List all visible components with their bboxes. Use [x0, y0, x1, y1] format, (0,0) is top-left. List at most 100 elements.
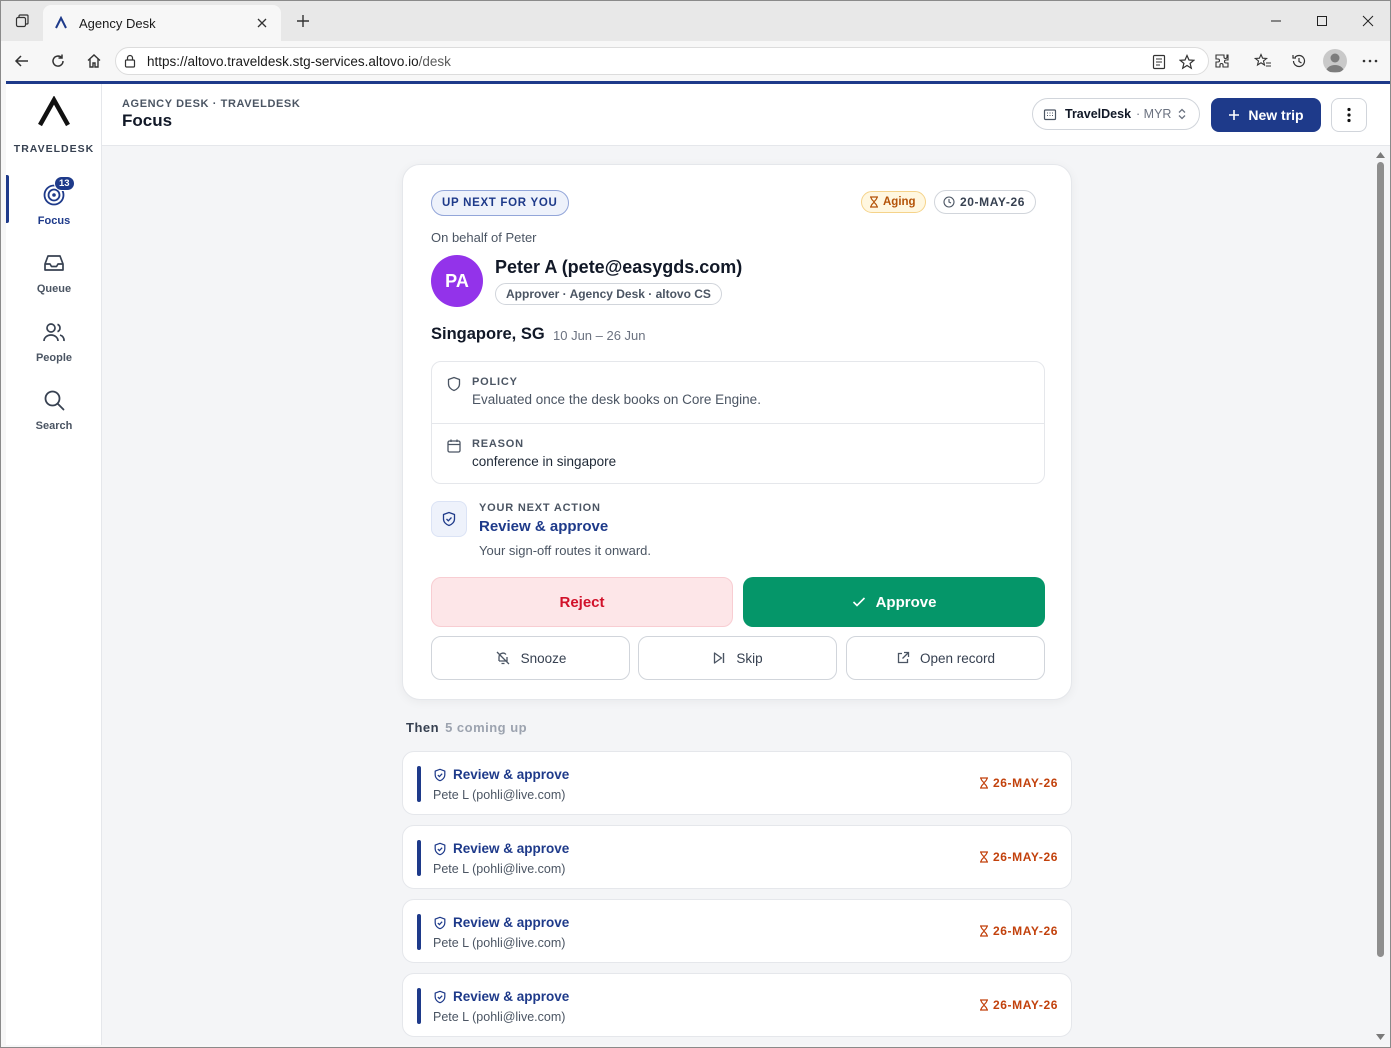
workspace-select[interactable]: TravelDesk · MYR [1032, 98, 1200, 130]
item-due-date: 26-MAY-26 [993, 998, 1058, 1012]
sidebar-item-label: People [35, 352, 73, 364]
approve-button[interactable]: Approve [743, 577, 1045, 627]
next-action-label: YOUR NEXT ACTION [479, 502, 601, 514]
hourglass-icon [979, 777, 989, 789]
reason-row: REASON conference in singapore [432, 423, 1044, 484]
item-accent-bar [417, 914, 421, 950]
item-action: Review & approve [453, 841, 570, 856]
bell-off-icon [495, 650, 511, 666]
workspace-name: TravelDesk [1065, 107, 1132, 121]
building-icon [1043, 106, 1059, 122]
item-due: 26-MAY-26 [979, 998, 1058, 1012]
item-action: Review & approve [453, 915, 570, 930]
sidebar-item-queue[interactable]: Queue [6, 249, 102, 309]
search-icon [40, 386, 68, 414]
shield-icon [447, 376, 461, 392]
list-item[interactable]: Review & approve Pete L (pohli@live.com)… [402, 899, 1072, 963]
item-action: Review & approve [453, 989, 570, 1004]
approve-label: Approve [875, 593, 937, 611]
upcoming-heading: Then 5 coming up [406, 720, 527, 735]
scrollbar-thumb[interactable] [1377, 162, 1384, 957]
tab-bar: Agency Desk [1, 1, 1390, 41]
tab-actions-icon[interactable] [9, 8, 35, 34]
home-icon[interactable] [82, 49, 106, 73]
focus-content: UP NEXT FOR YOU Aging 20-MAY-26 On behal… [102, 146, 1390, 1045]
item-action: Review & approve [453, 767, 570, 782]
open-record-label: Open record [919, 650, 996, 666]
skip-button[interactable]: Skip [638, 636, 837, 680]
shield-check-icon [434, 990, 446, 1004]
reject-button[interactable]: Reject [431, 577, 733, 627]
lock-icon [124, 54, 138, 68]
new-trip-button[interactable]: New trip [1211, 98, 1321, 132]
sidebar-item-search[interactable]: Search [6, 386, 102, 446]
skip-forward-icon [712, 651, 726, 665]
list-item[interactable]: Review & approve Pete L (pohli@live.com)… [402, 825, 1072, 889]
app-favicon-icon [53, 15, 69, 31]
item-due: 26-MAY-26 [979, 776, 1058, 790]
browser-tab[interactable]: Agency Desk [43, 5, 281, 41]
url-text: https://altovo.traveldesk.stg-services.a… [147, 54, 451, 69]
new-tab-icon[interactable] [291, 9, 315, 33]
item-person: Pete L (pohli@live.com) [433, 1010, 566, 1024]
sidebar-item-people[interactable]: People [6, 318, 102, 378]
reader-view-icon[interactable] [1150, 53, 1168, 71]
page-title: Focus [122, 111, 173, 130]
browser-window: Agency Desk https://altovo.traveldesk.st… [0, 0, 1391, 1048]
history-icon[interactable] [1287, 49, 1311, 73]
more-options-button[interactable] [1331, 98, 1367, 132]
profile-avatar[interactable] [1323, 49, 1347, 73]
upcoming-label: Then [406, 720, 440, 735]
list-item[interactable]: Review & approve Pete L (pohli@live.com)… [402, 751, 1072, 815]
sidebar-item-focus[interactable]: 13 Focus [6, 175, 102, 241]
new-trip-label: New trip [1248, 107, 1304, 123]
brand-name: TRAVELDESK [13, 143, 95, 155]
item-person: Pete L (pohli@live.com) [433, 862, 566, 876]
url-path: /desk [418, 53, 451, 69]
inbox-icon [40, 249, 68, 277]
sidebar-item-label: Queue [36, 283, 72, 295]
extensions-icon[interactable] [1210, 49, 1234, 73]
hourglass-icon [979, 925, 989, 937]
scroll-down-arrow-icon[interactable] [1375, 1032, 1386, 1042]
hourglass-icon [869, 196, 879, 208]
breadcrumb: AGENCY DESK · TRAVELDESK [122, 98, 301, 110]
tab-title: Agency Desk [79, 15, 156, 31]
list-item[interactable]: Review & approve Pete L (pohli@live.com)… [402, 973, 1072, 1037]
reload-icon[interactable] [46, 49, 70, 73]
close-tab-icon[interactable] [253, 14, 271, 32]
sidebar-item-label: Search [35, 420, 73, 432]
item-due-date: 26-MAY-26 [993, 924, 1058, 938]
minimize-icon[interactable] [1253, 1, 1299, 41]
browser-menu-icon[interactable] [1358, 49, 1382, 73]
url-field[interactable]: https://altovo.traveldesk.stg-services.a… [115, 47, 1209, 75]
brand-logo-icon [38, 96, 70, 127]
on-behalf-text: On behalf of Peter [431, 230, 537, 245]
hourglass-icon [979, 851, 989, 863]
maximize-icon[interactable] [1299, 1, 1345, 41]
open-record-button[interactable]: Open record [846, 636, 1045, 680]
item-person: Pete L (pohli@live.com) [433, 788, 566, 802]
snooze-button[interactable]: Snooze [431, 636, 630, 680]
trip-dates: 10 Jun – 26 Jun [553, 328, 646, 343]
favorites-icon[interactable] [1251, 49, 1275, 73]
aging-badge: Aging [861, 191, 926, 213]
workspace-currency: · MYR [1136, 107, 1172, 121]
calendar-icon [447, 439, 461, 453]
shield-check-icon [434, 842, 446, 856]
item-accent-bar [417, 840, 421, 876]
item-due-date: 26-MAY-26 [993, 776, 1058, 790]
scroll-up-arrow-icon[interactable] [1375, 150, 1386, 160]
back-icon[interactable] [10, 49, 34, 73]
destination: Singapore, SG [431, 325, 545, 343]
favorite-star-icon[interactable] [1178, 53, 1196, 71]
shield-check-icon [431, 501, 467, 537]
shield-check-icon [434, 916, 446, 930]
policy-value: Evaluated once the desk books on Core En… [472, 392, 761, 407]
page-header: AGENCY DESK · TRAVELDESK Focus TravelDes… [102, 84, 1390, 146]
traveler-name: Peter A (pete@easygds.com) [495, 257, 743, 277]
role-chip: Approver · Agency Desk · altovo CS [495, 283, 722, 305]
snooze-label: Snooze [520, 650, 567, 666]
close-window-icon[interactable] [1345, 1, 1391, 41]
hourglass-icon [979, 999, 989, 1011]
